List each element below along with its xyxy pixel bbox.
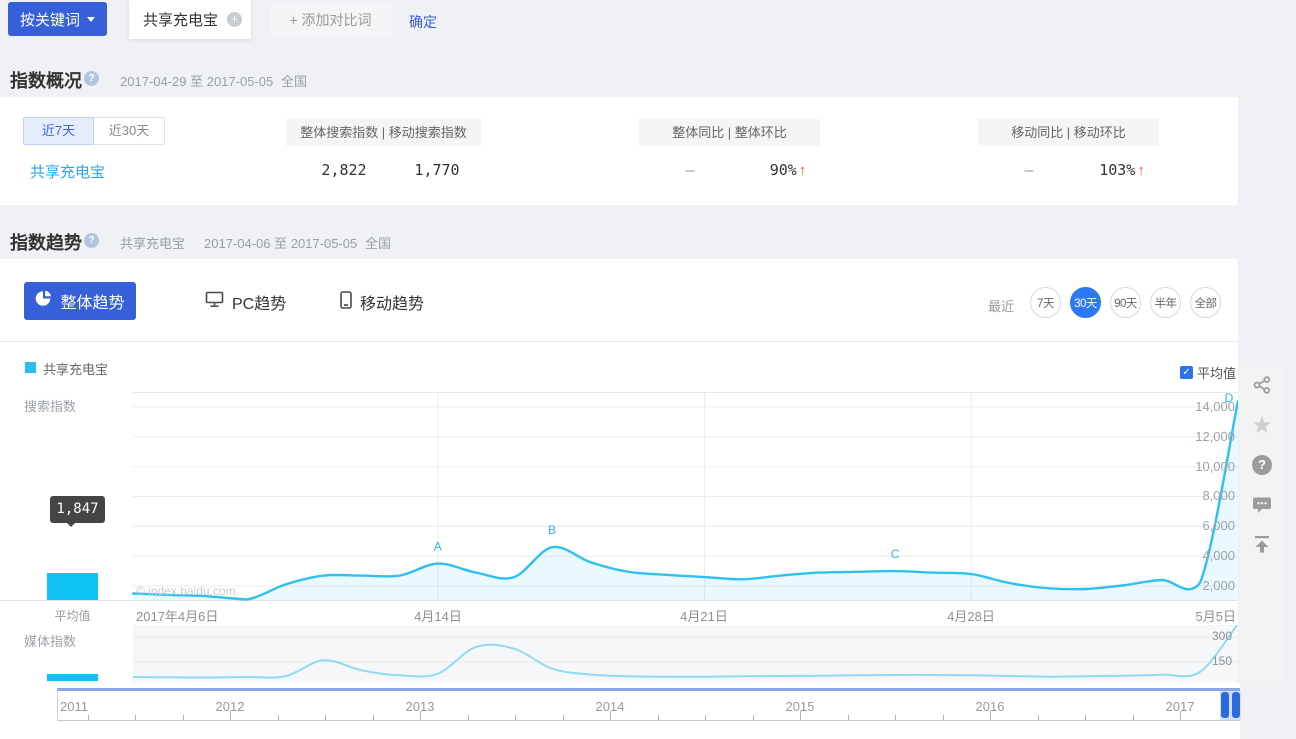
x-tick-label: 2017年4月6日: [136, 606, 218, 625]
y-tick-label: 10,000: [1195, 459, 1235, 474]
overall-mom-value: 90%: [770, 161, 797, 179]
view-tab-label: 移动趋势: [360, 290, 424, 314]
y-tick-label: 6,000: [1202, 518, 1235, 533]
average-checkbox-wrap[interactable]: ✓ 平均值: [1180, 363, 1236, 382]
add-compare-button[interactable]: + 添加对比词: [270, 3, 391, 37]
overall-yoy-value: —: [685, 161, 694, 179]
range-7-days[interactable]: 7天: [1030, 287, 1061, 318]
media-y-tick-label: 150: [1212, 654, 1232, 668]
desktop-icon: [205, 291, 224, 313]
checkbox-checked-icon[interactable]: ✓: [1180, 366, 1193, 379]
x-tick-label: 4月21日: [680, 606, 728, 625]
x-tick-label: 4月28日: [947, 606, 995, 625]
keyword-mode-label: 按关键词: [20, 9, 80, 30]
keyword-mode-button[interactable]: 按关键词: [8, 2, 107, 36]
overview-title: 指数概况: [10, 67, 82, 93]
svg-text:A: A: [434, 540, 442, 554]
svg-text:B: B: [548, 523, 556, 537]
trend-region: 全国: [365, 233, 391, 252]
column-header-mobile-compare: 移动同比 | 移动环比: [978, 119, 1159, 146]
up-arrow-icon: ↑: [799, 162, 807, 179]
media-average-value-block[interactable]: [47, 674, 98, 681]
overview-date-range: 2017-04-29 至 2017-05-05: [120, 71, 273, 90]
y-tick-label: 14,000: [1195, 399, 1235, 414]
recent-label: 最近: [988, 296, 1014, 315]
trend-keyword: 共享充电宝: [120, 233, 185, 252]
legend-color-swatch: [25, 362, 36, 373]
time-range-group: 7天 30天 90天 半年 全部: [1030, 287, 1221, 318]
trend-date-range: 2017-04-06 至 2017-05-05: [204, 233, 357, 252]
y-tick-label: 4,000: [1202, 548, 1235, 563]
mobile-mom-value: 103%: [1099, 161, 1135, 179]
mobile-search-index-value: 1,770: [414, 161, 459, 179]
overview-period-tabs: 近7天 近30天: [23, 117, 165, 145]
up-arrow-icon: ↑: [1137, 162, 1145, 179]
x-tick-label: 4月14日: [414, 606, 462, 625]
svg-text:C: C: [891, 547, 900, 561]
trend-title: 指数趋势: [10, 229, 82, 255]
caret-down-icon: [87, 17, 95, 22]
overview-help-icon[interactable]: ?: [84, 71, 99, 86]
pie-chart-icon: [35, 290, 52, 312]
tab-last-7-days[interactable]: 近7天: [23, 117, 94, 145]
view-tab-mobile-trend[interactable]: 移动趋势: [340, 290, 424, 314]
search-index-chart[interactable]: ABCD: [133, 392, 1238, 600]
column-header-overall-compare: 整体同比 | 整体环比: [639, 119, 820, 146]
back-to-top-icon[interactable]: [1240, 525, 1284, 565]
range-all[interactable]: 全部: [1190, 287, 1221, 318]
star-icon[interactable]: ★: [1240, 405, 1284, 445]
media-y-tick-label: 300: [1212, 629, 1232, 643]
trend-help-icon[interactable]: ?: [84, 233, 99, 248]
feedback-icon[interactable]: [1240, 485, 1284, 525]
average-label: 平均值: [47, 607, 98, 624]
mobile-icon: [340, 291, 352, 314]
divider: [0, 341, 1238, 342]
overview-card: 近7天 近30天 整体搜索指数 | 移动搜索指数 整体同比 | 整体环比 移动同…: [0, 97, 1238, 205]
timeline-left-handle[interactable]: [1221, 692, 1229, 718]
baidu-index-page: 按关键词 共享充电宝 + + 添加对比词 确定 指数概况 ? 2017-04-2…: [0, 0, 1296, 739]
legend-keyword-label[interactable]: 共享充电宝: [43, 359, 108, 378]
watermark: © index.baidu.com: [136, 584, 236, 598]
share-icon[interactable]: [1240, 365, 1284, 405]
help-icon[interactable]: ?: [1240, 445, 1284, 485]
overall-search-index-value: 2,822: [321, 161, 366, 179]
view-tab-label: 整体趋势: [60, 289, 124, 313]
y-tick-label: 12,000: [1195, 429, 1235, 444]
year-label: 2011: [60, 699, 88, 714]
mobile-mom-cell: 103%↑: [1099, 161, 1145, 180]
timeline-right-handle[interactable]: [1232, 692, 1240, 718]
keyword-tag[interactable]: 共享充电宝 +: [129, 0, 251, 39]
media-index-chart[interactable]: [133, 625, 1238, 682]
range-30-days[interactable]: 30天: [1070, 287, 1101, 318]
mobile-yoy-value: —: [1024, 161, 1033, 179]
x-axis-line: [0, 600, 1238, 601]
x-tick-label: 5月5日: [1196, 606, 1236, 625]
timeline-navigator[interactable]: 2011 2012 2013 2014 2015 2016 2017: [57, 688, 1240, 721]
overview-row-keyword[interactable]: 共享充电宝: [30, 161, 105, 182]
add-circle-icon[interactable]: +: [227, 12, 242, 27]
tab-last-30-days[interactable]: 近30天: [94, 117, 165, 145]
keyword-tag-label: 共享充电宝: [143, 9, 218, 30]
range-90-days[interactable]: 90天: [1110, 287, 1141, 318]
y-tick-label: 8,000: [1202, 488, 1235, 503]
overview-region: 全国: [281, 71, 307, 90]
view-tab-label: PC趋势: [232, 290, 286, 314]
side-toolbar: ★ ?: [1240, 365, 1284, 686]
media-index-axis-label: 媒体指数: [24, 631, 76, 650]
y-tick-label: 2,000: [1202, 578, 1235, 593]
view-tab-overall-trend[interactable]: 整体趋势: [24, 282, 136, 320]
range-half-year[interactable]: 半年: [1150, 287, 1181, 318]
view-tab-pc-trend[interactable]: PC趋势: [205, 290, 286, 314]
average-value-tooltip: 1,847: [50, 496, 105, 523]
trend-card: 整体趋势 PC趋势 移动趋势 最近 7天 30天 90天 半年 全部 共享充电宝…: [0, 259, 1238, 683]
search-index-axis-label: 搜索指数: [24, 396, 76, 415]
average-value-block[interactable]: [47, 573, 98, 600]
confirm-link[interactable]: 确定: [409, 12, 437, 32]
overall-mom-cell: 90%↑: [770, 161, 807, 180]
column-header-search-index: 整体搜索指数 | 移动搜索指数: [286, 119, 481, 146]
average-checkbox-label: 平均值: [1197, 363, 1236, 382]
